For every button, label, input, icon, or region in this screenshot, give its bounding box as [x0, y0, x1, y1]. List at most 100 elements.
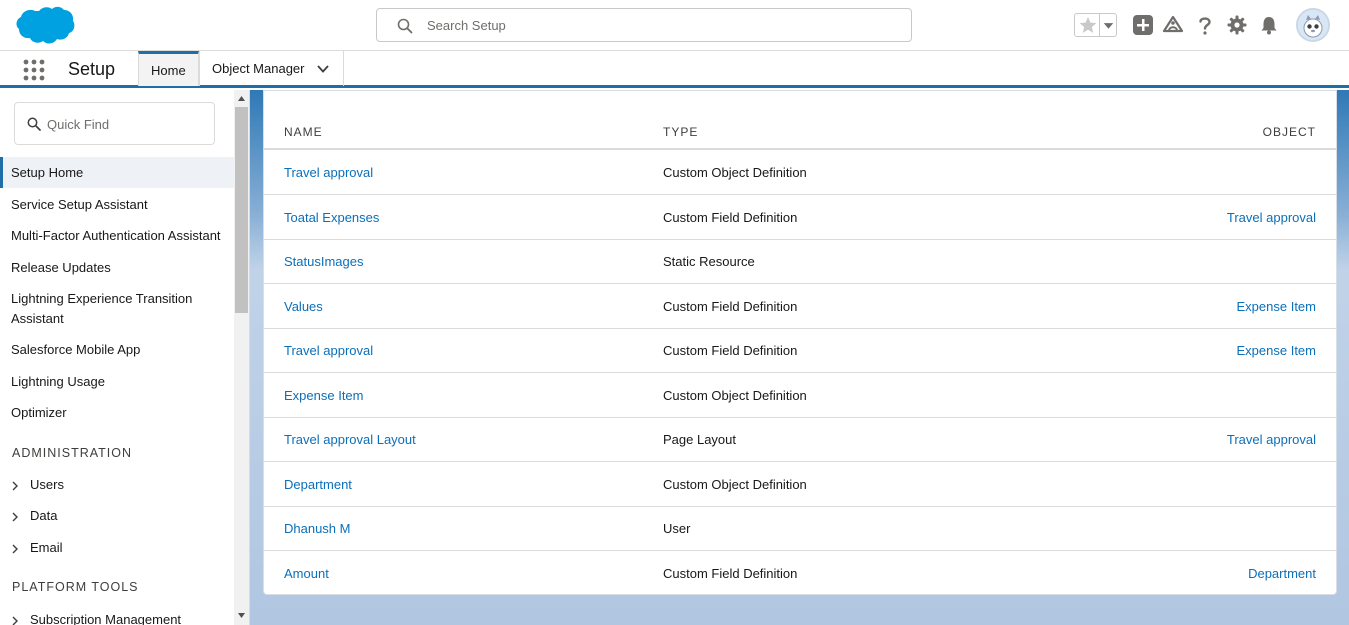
result-object-link[interactable]: Travel approval	[1227, 432, 1316, 448]
quick-find-input[interactable]	[47, 113, 207, 135]
result-type: User	[663, 521, 691, 536]
chevron-right-icon	[12, 616, 18, 625]
result-name-link[interactable]: Travel approval Layout	[284, 432, 416, 448]
table-row: Amount Custom Field Definition Department	[264, 551, 1336, 596]
salesforce-logo[interactable]	[14, 5, 76, 47]
table-row: Expense Item Custom Object Definition	[264, 373, 1336, 418]
result-name-link[interactable]: Department	[284, 477, 352, 493]
column-header-object: OBJECT	[1262, 125, 1316, 139]
result-name-link[interactable]: Toatal Expenses	[284, 210, 379, 226]
sidebar-item-release-updates[interactable]: Release Updates	[0, 258, 234, 278]
result-type: Custom Object Definition	[663, 476, 807, 492]
result-type: Page Layout	[663, 432, 737, 447]
sidebar-item-label: Lightning Usage	[11, 374, 105, 389]
sidebar-scrollbar[interactable]	[234, 90, 249, 625]
tab-label: Home	[151, 62, 186, 78]
context-bar: Setup Home Object Manager	[0, 51, 1349, 88]
result-type: Custom Field Definition	[663, 565, 798, 581]
section-title-administration: ADMINISTRATION	[12, 446, 133, 460]
sidebar-item-mobile-app[interactable]: Salesforce Mobile App	[0, 340, 234, 360]
result-name-link[interactable]: Amount	[284, 566, 329, 582]
search-icon	[27, 117, 41, 131]
chevron-down-icon[interactable]	[317, 64, 329, 74]
result-name-link[interactable]: Expense Item	[284, 388, 364, 404]
table-row: Values Custom Field Definition Expense Ite…	[264, 284, 1336, 329]
sidebar-item-users[interactable]: Users	[0, 475, 234, 495]
table-row: Dhanush M User	[264, 506, 1336, 551]
sidebar-item-label: Setup Home	[11, 165, 84, 180]
search-setup[interactable]	[376, 8, 912, 42]
sidebar-item-service-setup-assistant[interactable]: Service Setup Assistant	[0, 195, 234, 215]
star-icon[interactable]	[1077, 14, 1099, 36]
sidebar-item-label: Lightning Experience Transition Assistan…	[11, 291, 193, 326]
section-title-platform-tools: PLATFORM TOOLS	[12, 580, 139, 594]
chevron-down-icon[interactable]	[1099, 14, 1117, 36]
result-type: Custom Field Definition	[663, 298, 798, 314]
gear-icon[interactable]	[1226, 14, 1248, 36]
question-icon[interactable]	[1194, 14, 1216, 36]
scroll-down-arrow[interactable]	[237, 611, 246, 620]
result-name-link[interactable]: Values	[284, 299, 323, 315]
result-type: Static Resource	[663, 254, 755, 269]
sidebar-item-label: Service Setup Assistant	[11, 197, 148, 212]
plus-icon[interactable]	[1132, 14, 1154, 36]
tab-home[interactable]: Home	[138, 51, 199, 86]
result-name-link[interactable]: Travel approval	[284, 343, 373, 359]
result-name-link[interactable]: Dhanush M	[284, 521, 350, 537]
chevron-right-icon	[12, 481, 18, 491]
sidebar-item-label: Optimizer	[11, 405, 67, 420]
sidebar-item-label: Multi-Factor Authentication Assistant	[11, 228, 221, 243]
sidebar-item-label: Subscription Management	[30, 612, 182, 625]
scrollbar-thumb[interactable]	[235, 107, 248, 313]
table-row: StatusImages Static Resource	[264, 239, 1336, 284]
sidebar-item-data[interactable]: Data	[0, 506, 234, 526]
sidebar-item-setup-home[interactable]: Setup Home	[0, 157, 234, 188]
tab-label: Object Manager	[212, 61, 305, 76]
result-object-link[interactable]: Expense Item	[1237, 299, 1317, 315]
result-object-link[interactable]: Department	[1248, 566, 1316, 582]
result-object-link[interactable]: Travel approval	[1227, 210, 1316, 226]
result-name-link[interactable]: Travel approval	[284, 165, 373, 181]
search-input[interactable]	[427, 15, 897, 35]
scroll-up-arrow[interactable]	[237, 94, 246, 103]
result-type: Custom Object Definition	[663, 387, 807, 403]
avatar-icon	[1298, 10, 1328, 40]
result-object-link[interactable]: Expense Item	[1237, 343, 1317, 359]
main-content: NAME TYPE OBJECT Travel approval Custom O…	[250, 90, 1349, 625]
result-type: Custom Field Definition	[663, 209, 798, 225]
global-header	[0, 0, 1349, 51]
app-launcher-icon[interactable]	[22, 58, 46, 82]
favorites-group	[1074, 13, 1117, 37]
result-name-link[interactable]: StatusImages	[284, 254, 364, 270]
sidebar-item-label: Email	[30, 540, 63, 555]
table-row: Department Custom Object Definition	[264, 462, 1336, 507]
table-header: NAME TYPE OBJECT	[264, 91, 1336, 150]
table-row: Toatal Expenses Custom Field Definition Tr…	[264, 195, 1336, 240]
sidebar-item-email[interactable]: Email	[0, 538, 234, 558]
sidebar-item-label: Release Updates	[11, 260, 111, 275]
chevron-right-icon	[12, 544, 18, 554]
table-row: Travel approval Custom Object Definition	[264, 150, 1336, 195]
sidebar-item-lightning-transition[interactable]: Lightning Experience Transition Assistan…	[0, 289, 210, 329]
bell-icon[interactable]	[1258, 14, 1280, 36]
setup-sidebar: Setup Home Service Setup Assistant Multi…	[0, 90, 250, 625]
result-type: Custom Field Definition	[663, 343, 798, 358]
tab-object-manager[interactable]: Object Manager	[199, 51, 344, 86]
sidebar-item-label: Salesforce Mobile App	[11, 342, 141, 357]
sidebar-item-mfa-assistant[interactable]: Multi-Factor Authentication Assistant	[0, 226, 234, 246]
search-icon	[397, 18, 413, 34]
table-row: Travel approval Layout Page Layout Travel …	[264, 417, 1336, 462]
quick-find[interactable]	[14, 102, 215, 145]
sidebar-item-optimizer[interactable]: Optimizer	[0, 403, 234, 423]
result-type: Custom Object Definition	[663, 165, 807, 180]
table-row: Travel approval Custom Field Definition Ex…	[264, 328, 1336, 373]
chevron-right-icon	[12, 512, 18, 522]
sidebar-item-subscription-management[interactable]: Subscription Management	[0, 610, 234, 625]
sidebar-item-label: Data	[30, 508, 58, 523]
user-avatar[interactable]	[1296, 8, 1330, 42]
sidebar-item-lightning-usage[interactable]: Lightning Usage	[0, 372, 234, 392]
results-card: NAME TYPE OBJECT Travel approval Custom O…	[263, 90, 1337, 595]
trailhead-icon[interactable]	[1162, 14, 1184, 36]
column-header-type: TYPE	[663, 125, 699, 139]
app-name: Setup	[68, 59, 116, 79]
